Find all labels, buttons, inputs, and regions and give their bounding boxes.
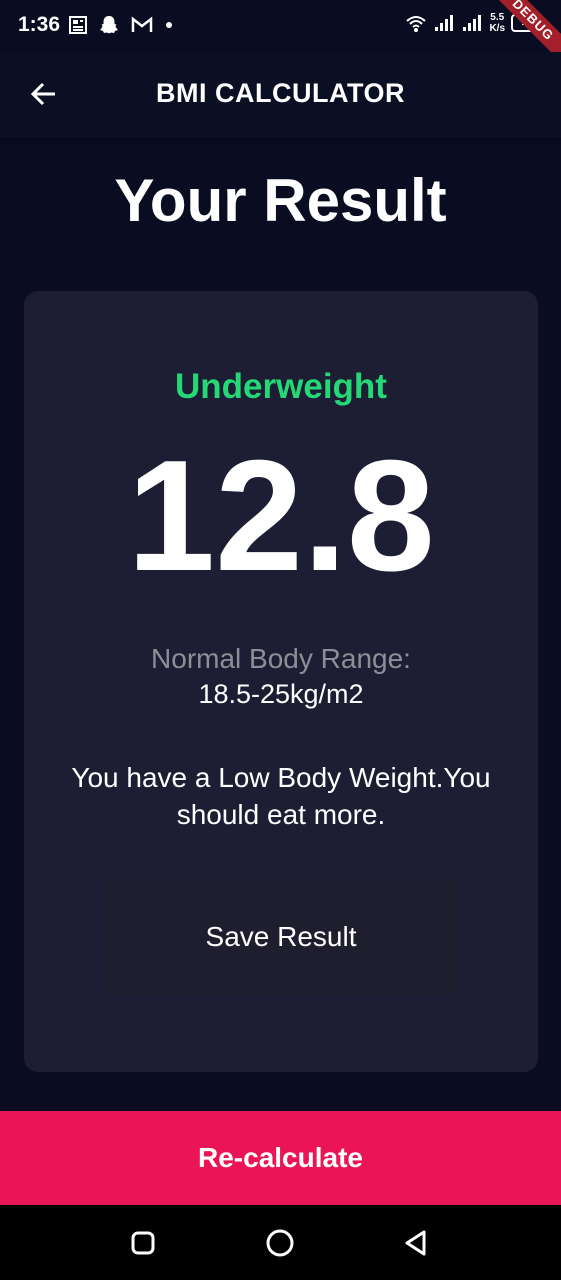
network-speed-value: 5.5 <box>490 12 505 23</box>
news-icon <box>69 16 87 34</box>
normal-range-label: Normal Body Range: <box>151 643 411 674</box>
app-title: BMI CALCULATOR <box>156 78 405 108</box>
result-status: Underweight <box>175 367 387 406</box>
status-bar: 1:36 5.5 K/s DEBUG <box>0 0 561 70</box>
signal-icon-1 <box>435 15 454 31</box>
notification-icons <box>68 14 174 36</box>
recalculate-button[interactable]: Re-calculate <box>0 1111 561 1205</box>
network-speed-unit: K/s <box>489 23 505 34</box>
bmi-interpretation: You have a Low Body Weight.You should ea… <box>71 762 491 830</box>
page-title: Your Result <box>114 167 447 234</box>
network-speed: 5.5 K/s <box>489 12 505 34</box>
recent-apps-button[interactable] <box>127 1227 159 1259</box>
app-bar: BMI CALCULATOR <box>0 52 561 138</box>
gmail-icon <box>131 16 153 32</box>
square-icon <box>131 1231 155 1255</box>
result-card: Underweight 12.8 Normal Body Range: 18.5… <box>24 291 538 1072</box>
back-nav-button[interactable] <box>400 1227 432 1259</box>
signal-icon-2 <box>463 15 482 31</box>
home-button[interactable] <box>264 1227 296 1259</box>
normal-range-value: 18.5-25kg/m2 <box>198 679 364 709</box>
circle-icon <box>266 1229 294 1257</box>
snapchat-icon <box>100 16 118 34</box>
status-time: 1:36 <box>18 13 61 36</box>
wifi-icon <box>406 16 427 32</box>
system-nav-bar <box>0 1205 561 1280</box>
triangle-back-icon <box>405 1230 426 1256</box>
save-result-button[interactable]: Save Result <box>106 879 456 995</box>
bmi-value: 12.8 <box>127 428 435 604</box>
dot-icon <box>166 22 172 28</box>
